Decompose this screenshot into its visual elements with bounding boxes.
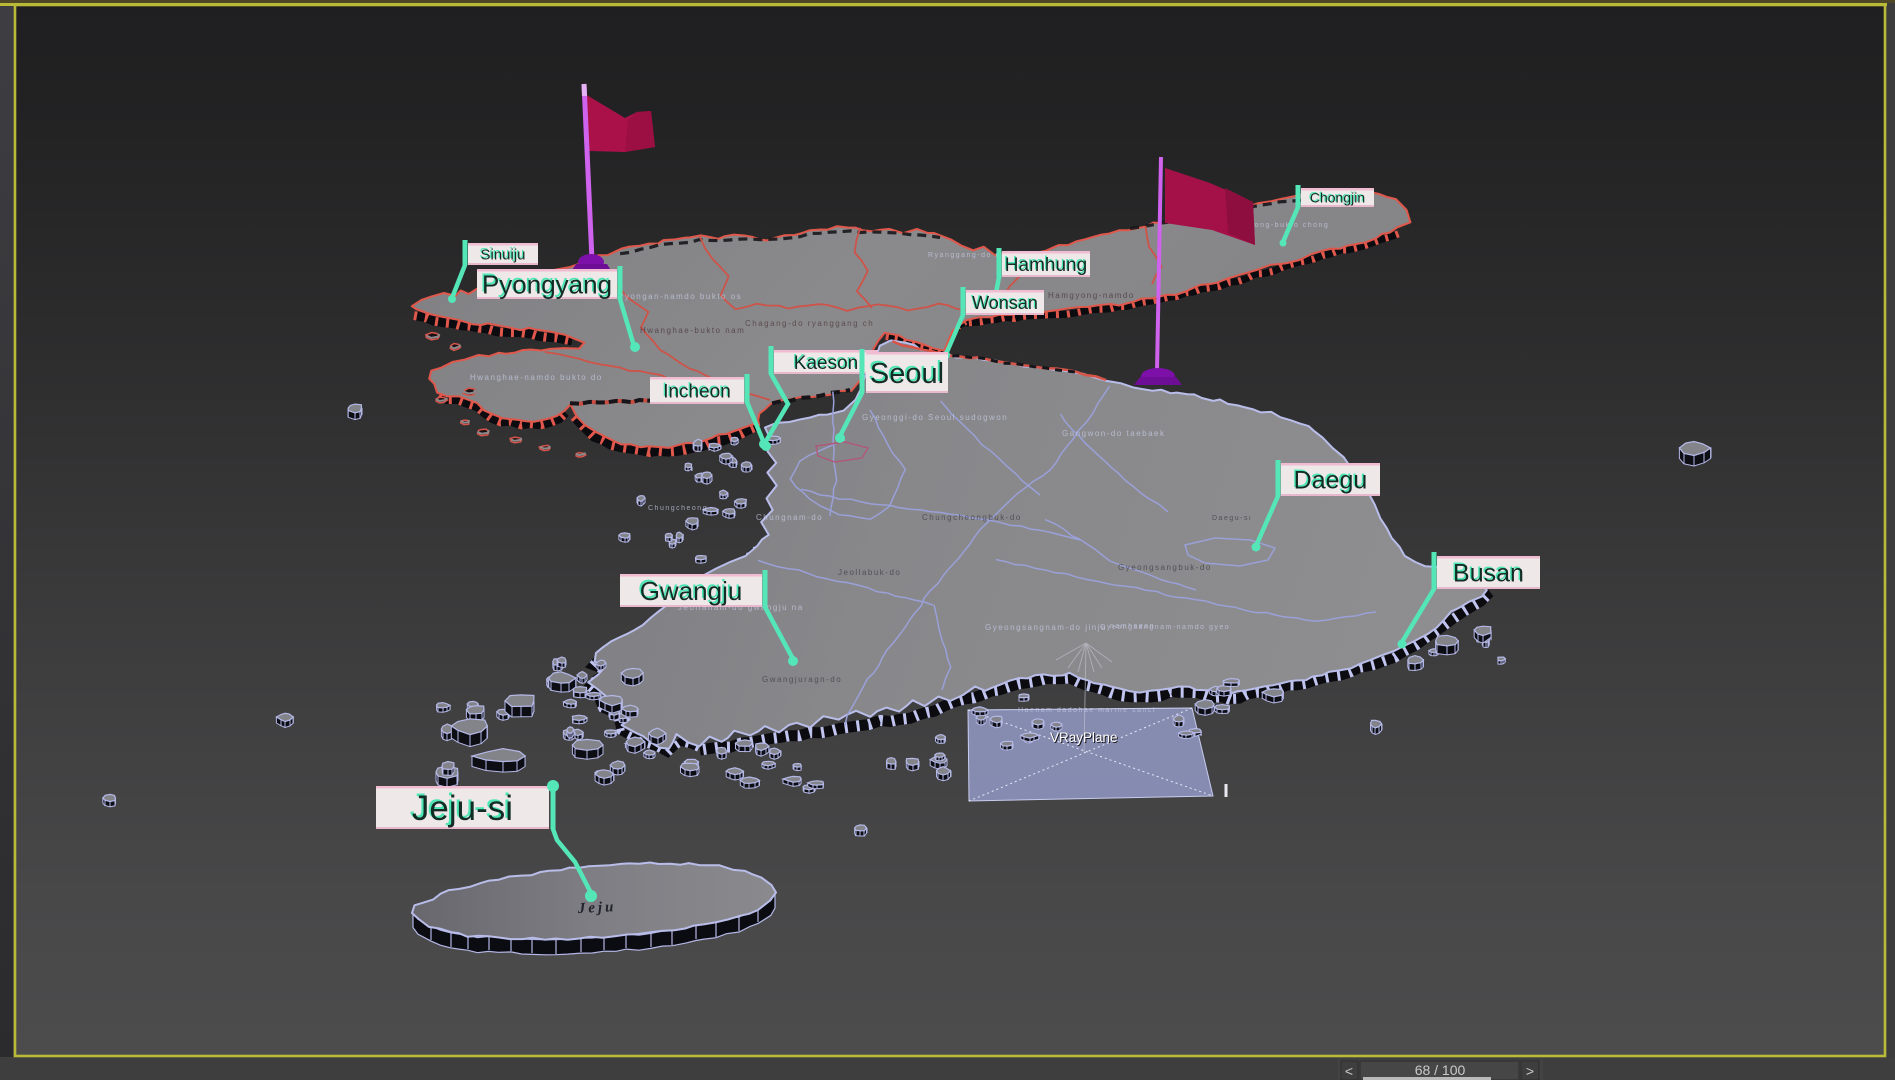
svg-text:Daegu-si: Daegu-si — [1212, 515, 1252, 522]
svg-text:Pyongyang: Pyongyang — [482, 269, 612, 299]
svg-text:<: < — [1345, 1063, 1353, 1079]
svg-text:Jeju-si: Jeju-si — [412, 789, 513, 828]
svg-text:Chungcheongbuk-do: Chungcheongbuk-do — [922, 513, 1022, 522]
svg-text:Sinuiju: Sinuiju — [480, 246, 525, 263]
svg-text:Gyeonggi-do Seoul sudogwon: Gyeonggi-do Seoul sudogwon — [862, 413, 1008, 422]
svg-text:Jeollabuk-do: Jeollabuk-do — [838, 568, 901, 577]
svg-text:Haenam dadohae marine sanct: Haenam dadohae marine sanct — [1018, 707, 1156, 714]
svg-text:Hamgyong-namdo: Hamgyong-namdo — [1048, 291, 1135, 300]
svg-text:68 / 100: 68 / 100 — [1415, 1062, 1466, 1078]
svg-text:>: > — [1526, 1063, 1534, 1079]
svg-text:Gyeongsangnam-do jinju: Gyeongsangnam-do jinju — [985, 623, 1107, 632]
svg-text:Pyongan-namdo bukto os: Pyongan-namdo bukto os — [618, 292, 742, 301]
svg-text:Gwangjuragn-do: Gwangjuragn-do — [762, 675, 842, 684]
svg-text:Jeju: Jeju — [576, 899, 616, 917]
svg-text:Busan: Busan — [1453, 560, 1524, 588]
svg-text:Gyeongsangbuk-do: Gyeongsangbuk-do — [1118, 563, 1212, 572]
svg-text:Gwangju: Gwangju — [640, 576, 743, 606]
svg-text:namhaean: namhaean — [1110, 623, 1155, 630]
svg-text:Hwanghae-namdo bukto do: Hwanghae-namdo bukto do — [470, 373, 603, 382]
svg-text:Kaeson: Kaeson — [794, 353, 858, 374]
svg-text:Hwanghae-bukto nam: Hwanghae-bukto nam — [640, 326, 745, 335]
svg-text:Wonsan: Wonsan — [972, 293, 1038, 313]
svg-text:Chagang-do ryanggang ch: Chagang-do ryanggang ch — [745, 319, 874, 328]
svg-text:Chungcheong: Chungcheong — [648, 505, 708, 512]
svg-text:Gangwon-do taebaek: Gangwon-do taebaek — [1062, 429, 1166, 438]
svg-text:Chungnam-do: Chungnam-do — [756, 513, 823, 522]
svg-text:Daegu: Daegu — [1294, 467, 1368, 495]
svg-text:VRayPlane: VRayPlane — [1050, 730, 1118, 745]
svg-text:Seoul: Seoul — [870, 358, 944, 390]
svg-text:Chongjin: Chongjin — [1310, 190, 1365, 206]
svg-text:Hamhung: Hamhung — [1005, 255, 1087, 276]
svg-text:Incheon: Incheon — [663, 381, 731, 402]
